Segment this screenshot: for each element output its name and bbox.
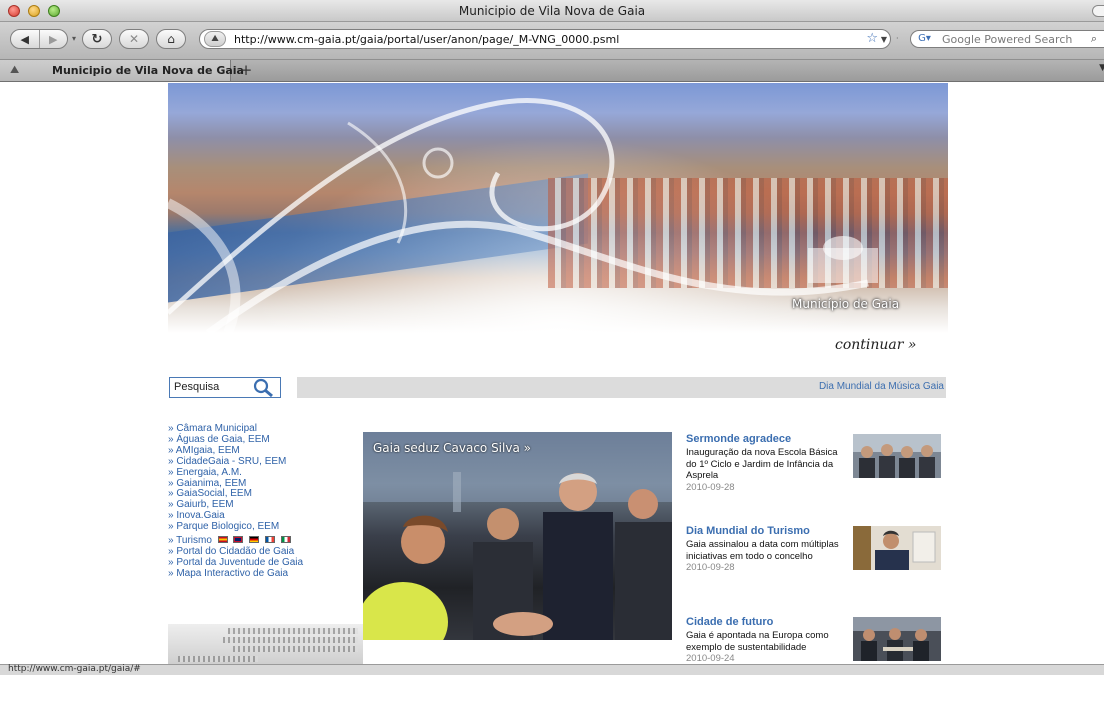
site-identity-icon[interactable]: ⛰: [204, 31, 226, 47]
address-bar[interactable]: ⛰ http://www.cm-gaia.pt/gaia/portal/user…: [199, 29, 891, 49]
tab-municipio[interactable]: ⛰ Municipio de Vila Nova de Gaia: [0, 60, 244, 81]
nav-cidadegaia[interactable]: » CidadeGaia - SRU, EEM: [168, 456, 358, 468]
news-title[interactable]: Cidade de futuro: [686, 616, 773, 628]
hero-swirl-decoration: [168, 98, 878, 333]
site-search-value: Pesquisa: [174, 381, 220, 393]
window-title: Municipio de Vila Nova de Gaia: [458, 4, 646, 18]
newspaper-stack: [228, 628, 358, 634]
back-arrow-icon: ◀: [20, 32, 29, 46]
nav-turismo[interactable]: » Turismo: [168, 535, 212, 546]
newspaper-stack: [178, 656, 258, 662]
hero-banner-image[interactable]: Município de Gaia: [168, 83, 948, 333]
tab-favicon-icon: ⛰: [10, 63, 20, 76]
newspaper-stack: [233, 646, 358, 652]
news-title[interactable]: Dia Mundial do Turismo: [686, 525, 810, 537]
nav-mapa-interactivo[interactable]: » Mapa Interactivo de Gaia: [168, 568, 358, 580]
site-search-input[interactable]: Pesquisa: [169, 377, 281, 398]
language-flags: [217, 535, 294, 546]
status-text: http://www.cm-gaia.pt/gaia/#: [8, 664, 141, 674]
tab-label: Municipio de Vila Nova de Gaia: [52, 64, 244, 77]
search-magnifier-icon[interactable]: ⌕: [1091, 32, 1097, 46]
search-engine-selector[interactable]: G▾: [910, 30, 938, 48]
back-forward-control: ◀ ▶: [10, 29, 68, 49]
news-summary: Inauguração da nova Escola Básica do 1º …: [686, 447, 846, 493]
flag-spain-icon[interactable]: [217, 535, 228, 543]
news-summary-text: Gaia assinalou a data com múltiplas inic…: [686, 539, 839, 562]
news-date: 2010-09-28: [686, 562, 735, 573]
url-text[interactable]: http://www.cm-gaia.pt/gaia/portal/user/a…: [234, 33, 619, 46]
news-thumbnail-picture: [853, 434, 941, 478]
stop-icon: ✕: [128, 32, 140, 46]
ticker-link[interactable]: Dia Mundial da Música Gaia: [819, 381, 944, 392]
nav-parque-biologico[interactable]: » Parque Biologico, EEM: [168, 521, 358, 533]
navigation-toolbar: ◀ ▶ ▾ ↻ ✕ ⌂ ⛰ http://www.cm-gaia.pt/gaia…: [0, 22, 1104, 60]
url-dropdown-icon[interactable]: ▼: [881, 35, 887, 44]
sidebar-nav: » Câmara Municipal » Águas de Gaia, EEM …: [168, 423, 358, 580]
forward-button[interactable]: ▶: [38, 30, 68, 48]
flag-italy-icon[interactable]: [280, 535, 291, 543]
reload-button[interactable]: ↻: [82, 29, 112, 49]
search-icon[interactable]: [252, 378, 274, 398]
tab-bar: ⛰ Municipio de Vila Nova de Gaia + ▼: [0, 60, 1104, 82]
news-date: 2010-09-28: [686, 481, 735, 493]
news-thumbnail-picture: [853, 526, 941, 570]
news-thumbnail[interactable]: [853, 434, 941, 478]
bookmark-star-icon[interactable]: ☆: [866, 31, 878, 46]
news-ticker: Dia Mundial da Música Gaia: [297, 377, 946, 398]
news-item: Cidade de futuro Gaia é apontada na Euro…: [686, 616, 946, 706]
newspaper-stack: [223, 637, 358, 643]
news-item: Sermonde agradece Inauguração da nova Es…: [686, 433, 946, 523]
web-search-placeholder: Google Powered Search: [942, 33, 1073, 46]
forward-arrow-icon: ▶: [49, 32, 58, 46]
featured-news-caption[interactable]: Gaia seduz Cavaco Silva »: [373, 441, 531, 455]
home-icon: ⌂: [167, 32, 175, 46]
news-summary-text: Gaia é apontada na Europa como exemplo d…: [686, 630, 829, 653]
news-summary-text: Inauguração da nova Escola Básica do 1º …: [686, 447, 838, 481]
home-button[interactable]: ⌂: [156, 29, 186, 49]
featured-news-photo[interactable]: Gaia seduz Cavaco Silva »: [363, 432, 672, 640]
featured-photo-illustration: [363, 432, 672, 640]
toolbar-toggle-button[interactable]: [1092, 5, 1104, 17]
tab-overflow-icon[interactable]: ▼: [1099, 63, 1104, 73]
flag-germany-icon[interactable]: [249, 535, 260, 543]
stop-button[interactable]: ✕: [119, 29, 149, 49]
window-titlebar: Municipio de Vila Nova de Gaia: [0, 0, 1104, 22]
news-thumbnail[interactable]: [853, 526, 941, 570]
news-summary: Gaia é apontada na Europa como exemplo d…: [686, 630, 846, 665]
web-search-input[interactable]: Google Powered Search ⌕: [938, 30, 1104, 48]
reload-icon: ↻: [91, 31, 103, 47]
nav-energaia[interactable]: » Energaia, A.M.: [168, 467, 358, 479]
flag-uk-icon[interactable]: [233, 535, 244, 543]
back-button[interactable]: ◀: [11, 30, 39, 48]
news-title[interactable]: Sermonde agradece: [686, 433, 791, 445]
news-thumbnail[interactable]: [853, 617, 941, 661]
continue-link[interactable]: continuar »: [835, 337, 916, 353]
history-dropdown-icon[interactable]: ▾: [72, 34, 76, 43]
newspapers-banner-image[interactable]: [168, 624, 363, 664]
new-tab-button[interactable]: +: [236, 61, 256, 79]
hero-caption: Município de Gaia: [792, 297, 900, 311]
news-summary: Gaia assinalou a data com múltiplas inic…: [686, 539, 846, 574]
status-bar: http://www.cm-gaia.pt/gaia/#: [0, 664, 1104, 675]
news-date: 2010-09-24: [686, 653, 735, 664]
google-engine-icon: G▾: [918, 33, 931, 44]
toolbar-separator-icon: ·: [896, 34, 899, 43]
news-item: Dia Mundial do Turismo Gaia assinalou a …: [686, 525, 946, 615]
flag-france-icon[interactable]: [265, 535, 276, 543]
news-thumbnail-picture: [853, 617, 941, 661]
